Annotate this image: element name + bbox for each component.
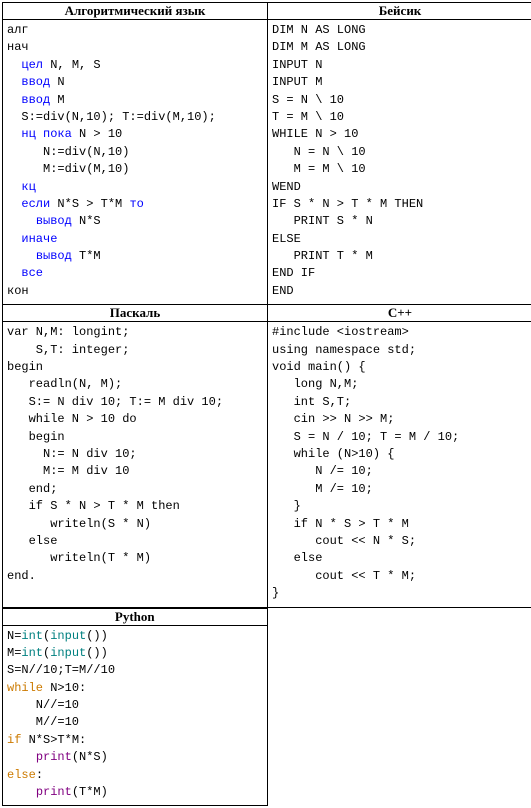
header-basic: Бейсик <box>268 3 531 20</box>
cell-basic: DIM N AS LONG DIM M AS LONG INPUT N INPU… <box>268 20 531 305</box>
code-comparison-table: Алгоритмический язык Бейсик алг нач цел … <box>2 2 531 608</box>
code-basic: DIM N AS LONG DIM M AS LONG INPUT N INPU… <box>268 20 531 304</box>
header-python: Python <box>3 608 268 625</box>
code-alg: алг нач цел N, M, S ввод N ввод M S:=div… <box>3 20 267 304</box>
header-cpp: С++ <box>268 305 531 322</box>
cell-python: N=int(input()) M=int(input()) S=N//10;T=… <box>3 625 268 806</box>
cell-pascal: var N,M: longint; S,T: integer; begin re… <box>3 322 268 607</box>
header-alg: Алгоритмический язык <box>3 3 268 20</box>
code-pascal: var N,M: longint; S,T: integer; begin re… <box>3 322 267 589</box>
python-table: Python N=int(input()) M=int(input()) S=N… <box>2 608 268 807</box>
cell-alg: алг нач цел N, M, S ввод N ввод M S:=div… <box>3 20 268 305</box>
header-pascal: Паскаль <box>3 305 268 322</box>
code-cpp: #include <iostream> using namespace std;… <box>268 322 531 606</box>
code-python: N=int(input()) M=int(input()) S=N//10;T=… <box>3 626 267 806</box>
cell-cpp: #include <iostream> using namespace std;… <box>268 322 531 607</box>
